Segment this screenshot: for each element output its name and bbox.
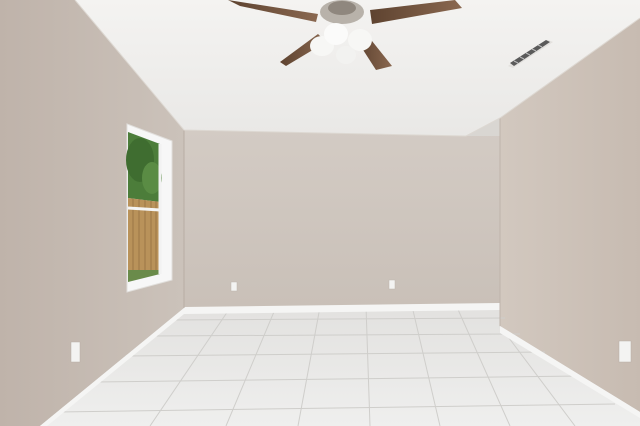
outlet-icon — [388, 279, 396, 290]
room-svg — [0, 0, 640, 426]
window-mullion — [127, 206, 161, 212]
empty-room-photo — [0, 0, 640, 426]
back-wall — [184, 130, 500, 308]
outlet-icon — [618, 340, 632, 363]
outlet-icon — [230, 281, 238, 292]
window — [126, 123, 173, 293]
outlet-icon — [70, 341, 81, 363]
